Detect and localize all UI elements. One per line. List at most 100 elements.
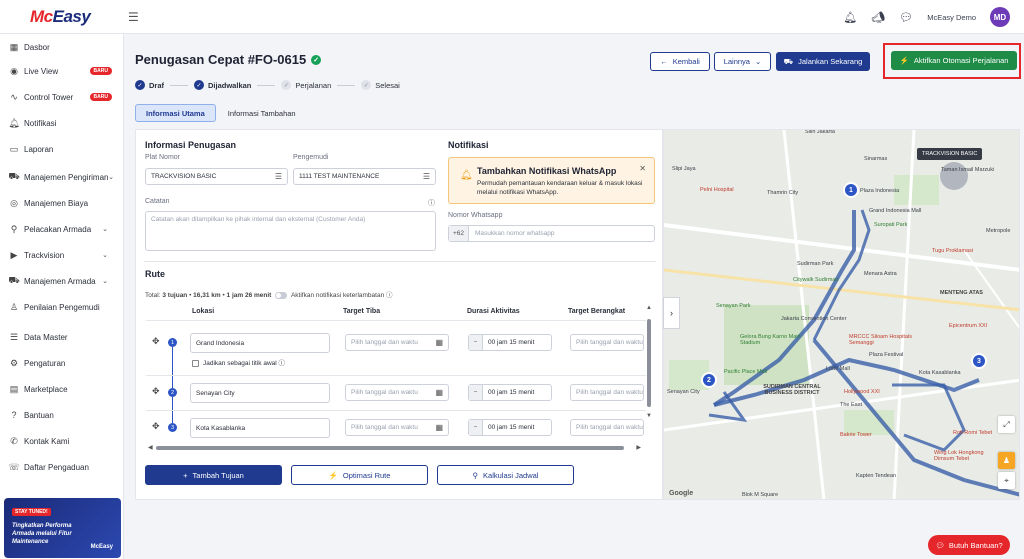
bell-icon[interactable]: 🔔︎ — [843, 11, 857, 24]
sidebar-item-manajemen-pengiriman[interactable]: ⛟ Manajemen Pengiriman ⌄ — [8, 170, 118, 184]
duration-stepper[interactable]: −00 jam 15 menit — [468, 384, 552, 401]
collapse-panel-toggle[interactable]: › — [663, 297, 680, 329]
drag-handle-icon[interactable]: ✥ — [152, 336, 160, 347]
highlight-box — [883, 43, 1021, 79]
back-button[interactable]: ← Kembali — [650, 52, 710, 71]
vertical-scrollbar[interactable]: ▲ ▼ — [645, 305, 653, 435]
note-textarea[interactable]: Catatan akan ditampilkan ke pihak intern… — [145, 211, 436, 251]
fleet-icon: ⛟ — [8, 275, 20, 285]
tab-informasi-tambahan[interactable]: Informasi Tambahan — [218, 104, 306, 122]
sidebar-item-manajemen-armada[interactable]: ⛟ Manajemen Armada ⌄ — [8, 274, 118, 288]
route-table-header: Lokasi Target Tiba Durasi Aktivitas Targ… — [146, 303, 646, 321]
calculate-schedule-button[interactable]: ⚲ Kalkulasi Jadwal — [437, 465, 574, 485]
departure-datetime-input[interactable]: Pilih tanggal dan waktu — [570, 419, 644, 436]
radar-icon: ◉ — [10, 65, 18, 76]
duration-stepper[interactable]: −00 jam 15 menit — [468, 419, 552, 436]
sidebar-item-data-master[interactable]: ☰ Data Master — [8, 330, 118, 344]
sidebar-item-trackvision[interactable]: ▶ Trackvision ⌄ — [8, 248, 118, 262]
fullscreen-icon[interactable]: ⤢ — [998, 416, 1015, 433]
check-icon: ✓ — [361, 80, 372, 90]
late-notif-toggle[interactable] — [274, 291, 287, 299]
row-divider — [146, 375, 646, 376]
new-badge: BARU — [89, 67, 112, 75]
arrival-datetime-input[interactable]: Pilih tanggal dan waktu ▦ — [345, 334, 449, 351]
driver-select[interactable]: 1111 TEST MAINTENANCE ☰ — [293, 168, 436, 185]
drag-handle-icon[interactable]: ✥ — [152, 386, 160, 397]
hamburger-menu-icon[interactable]: ☰ — [128, 10, 139, 24]
wa-number-input[interactable]: +62 Masukkan nomor whatsapp — [448, 225, 655, 242]
chevron-down-icon: ⌄ — [102, 226, 108, 233]
megaphone-icon[interactable]: 📣︎ — [871, 11, 885, 24]
street-view-icon[interactable]: ♟ — [998, 452, 1015, 469]
map-label: Jakarta Convention Center — [781, 316, 847, 322]
sidebar-item-bantuan[interactable]: ? Bantuan — [8, 408, 118, 422]
sidebar-item-kontak-kami[interactable]: ✆ Kontak Kami — [8, 434, 118, 448]
sidebar-item-live-view[interactable]: ◉ Live View BARU — [8, 64, 118, 78]
sidebar-item-marketplace[interactable]: ▤ Marketplace — [8, 382, 118, 396]
location-input[interactable]: Grand Indonesia — [190, 333, 330, 353]
route-summary: Total: 3 tujuan • 16,31 km • 1 jam 26 me… — [145, 291, 393, 299]
optimize-route-button[interactable]: ⚡ Optimasi Rute — [291, 465, 428, 485]
arrival-datetime-input[interactable]: Pilih tanggal dan waktu ▦ — [345, 419, 449, 436]
my-location-icon[interactable]: ⌖ — [998, 472, 1015, 489]
map-label: Plaza Festival — [869, 352, 904, 358]
minus-icon[interactable]: − — [469, 420, 483, 435]
avatar[interactable]: MD — [990, 7, 1010, 27]
drag-handle-icon[interactable]: ✥ — [152, 421, 160, 432]
arrow-right-icon[interactable]: ▶ — [636, 444, 641, 451]
start-point-checkbox[interactable]: Jadikan sebagai titik awal ⓘ — [192, 357, 285, 367]
user-name[interactable]: McEasy Demo — [927, 13, 976, 22]
route-map[interactable]: TRACKVISION BASIC 1 2 3 Silih Jakarta Sl… — [663, 129, 1020, 500]
sidebar-item-daftar-pengaduan[interactable]: ☏ Daftar Pengaduan — [8, 460, 118, 474]
tab-informasi-utama[interactable]: Informasi Utama — [135, 104, 216, 122]
top-bar: McEasy ☰ 🔔︎ 📣︎ 💬︎ McEasy Demo MD — [0, 0, 1024, 34]
close-icon[interactable]: ✕ — [639, 164, 646, 173]
truck-icon: ⛟ — [783, 56, 794, 66]
map-label: Citywalk Sudirman — [793, 277, 839, 283]
sidebar-item-manajemen-biaya[interactable]: ◎ Manajemen Biaya — [8, 196, 118, 210]
help-button[interactable]: 💬︎ Butuh Bantuan? — [928, 535, 1010, 555]
map-pin-3[interactable]: 3 — [971, 353, 987, 369]
run-now-button[interactable]: ⛟ Jalankan Sekarang — [776, 52, 870, 71]
row-divider — [146, 410, 646, 411]
map-label: Senayan Park — [716, 303, 751, 309]
duration-stepper[interactable]: −00 jam 15 menit — [468, 334, 552, 351]
departure-datetime-input[interactable]: Pilih tanggal dan waktu — [570, 334, 644, 351]
sidebar-item-laporan[interactable]: ▭ Laporan — [8, 142, 118, 156]
sidebar-item-dasbor[interactable]: ▦ Dasbor — [8, 40, 118, 54]
arrow-down-icon[interactable]: ▼ — [646, 413, 652, 419]
add-stop-button[interactable]: + Tambah Tujuan — [145, 465, 282, 485]
map-pin-2[interactable]: 2 — [701, 372, 717, 388]
map-label: Blok M Square — [742, 492, 779, 498]
map-label: Menara Astra — [864, 271, 897, 277]
check-icon: ✓ — [194, 80, 205, 90]
map-label: Slipi Jaya — [672, 166, 696, 172]
calendar-icon: ▦ — [435, 338, 443, 347]
location-input[interactable]: Senayan City — [190, 383, 330, 403]
route-icon: ⚲ — [472, 470, 479, 480]
departure-datetime-input[interactable]: Pilih tanggal dan waktu — [570, 384, 644, 401]
list-icon: ☰ — [422, 172, 430, 181]
location-input[interactable]: Kota Kasablanka — [190, 418, 330, 438]
arrow-left-icon[interactable]: ◀ — [148, 444, 153, 451]
sidebar-item-pengaturan[interactable]: ⚙ Pengaturan — [8, 356, 118, 370]
map-label: Sudirman Park — [797, 261, 834, 267]
sidebar-item-pelacakan-armada[interactable]: ⚲ Pelacakan Armada ⌄ — [8, 222, 118, 236]
sidebar-item-notifikasi[interactable]: 🔔︎ Notifikasi — [8, 116, 118, 130]
horizontal-scrollbar[interactable]: ◀ ▶ — [148, 444, 641, 451]
chat-icon[interactable]: 💬︎ — [899, 11, 913, 24]
arrow-up-icon[interactable]: ▲ — [646, 305, 652, 311]
arrow-left-icon: ← — [660, 57, 668, 66]
minus-icon[interactable]: − — [469, 385, 483, 400]
promo-banner[interactable]: STAY TUNED! Tingkatkan Performa Armada m… — [4, 498, 121, 558]
sidebar-item-control-tower[interactable]: ∿ Control Tower BARU — [8, 90, 118, 104]
minus-icon[interactable]: − — [469, 335, 483, 350]
plate-select[interactable]: TRACKVISION BASIC ☰ — [145, 168, 288, 185]
more-button[interactable]: Lainnya ⌄ — [714, 52, 771, 71]
arrival-datetime-input[interactable]: Pilih tanggal dan waktu ▦ — [345, 384, 449, 401]
map-label: Lotte Mall — [826, 366, 850, 372]
chevron-down-icon: ⌄ — [102, 252, 108, 259]
map-pin-1[interactable]: 1 — [843, 182, 859, 198]
sidebar-item-penilaian-pengemudi[interactable]: ♙ Penilaian Pengemudi — [8, 300, 118, 314]
mceasy-logo[interactable]: McEasy — [0, 7, 120, 27]
